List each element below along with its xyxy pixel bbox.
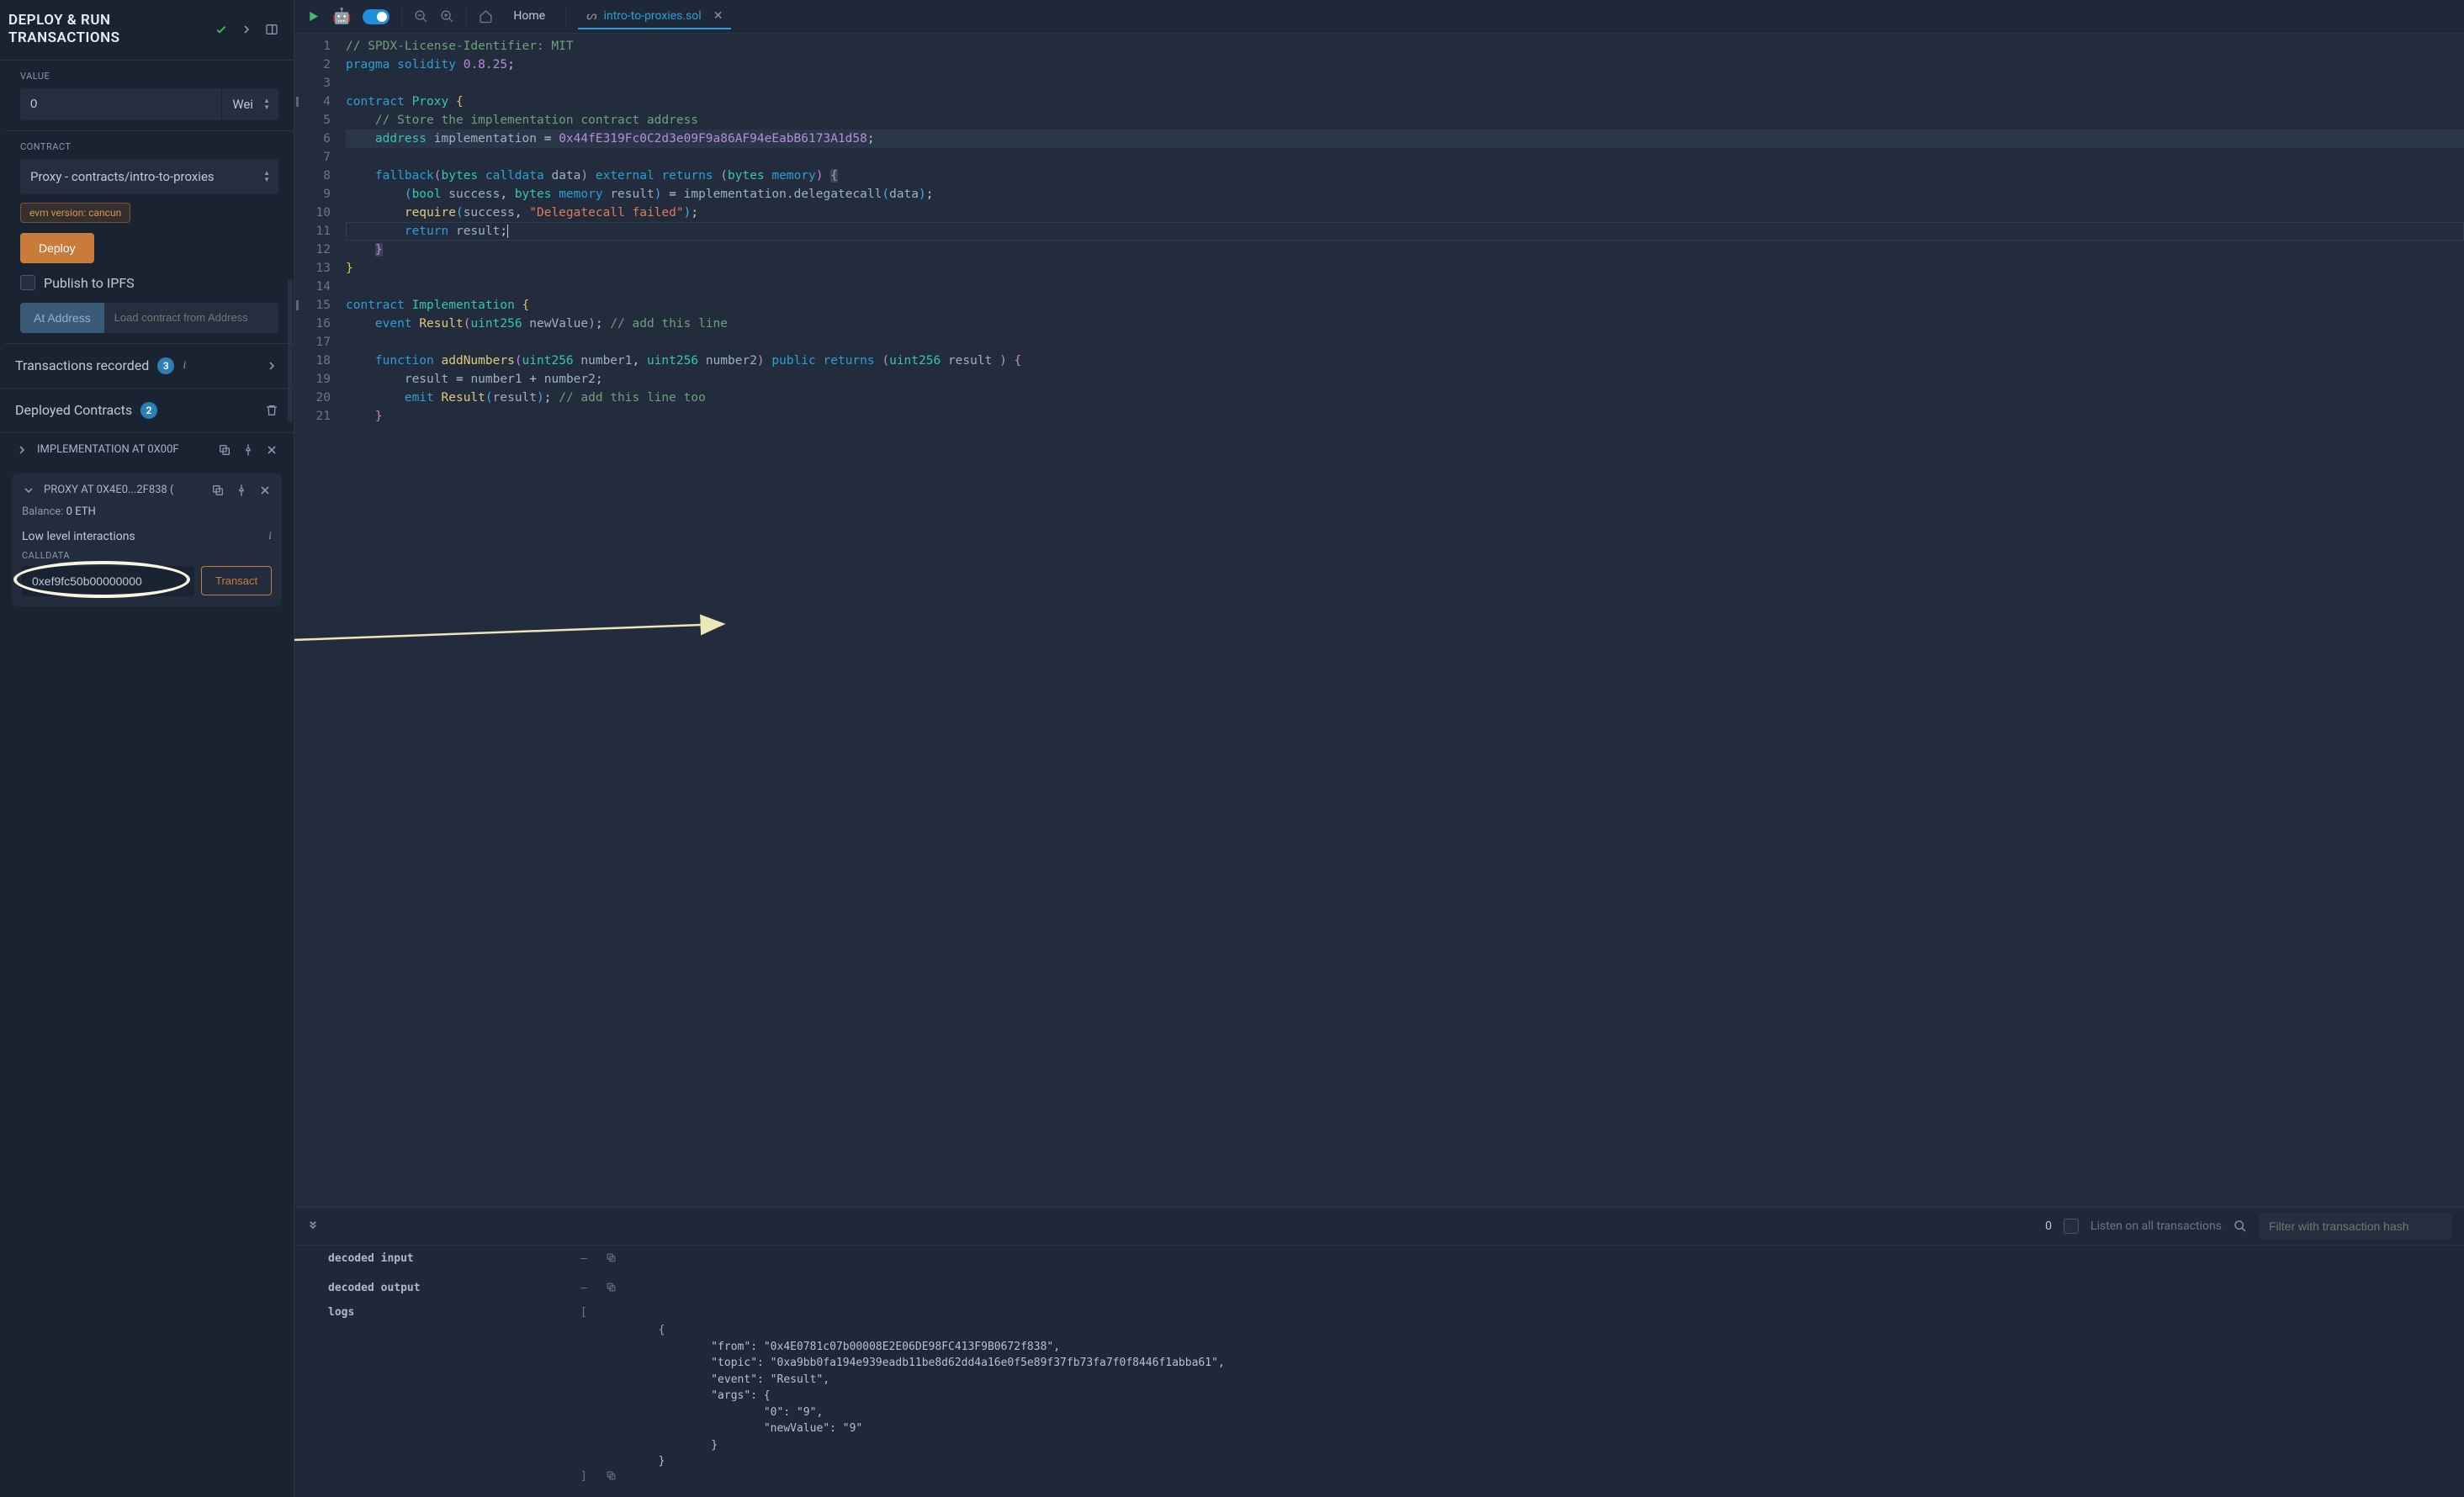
- editor-toolbar: 🤖 Home ᔕ intro-to-proxies.sol ✕: [294, 0, 2464, 34]
- tab-home[interactable]: Home: [505, 4, 554, 29]
- deployed-count: 2: [140, 402, 157, 419]
- copy-icon[interactable]: [606, 1282, 617, 1296]
- solidity-icon: ᔕ: [586, 9, 596, 23]
- line-gutter: 123 45678910111213 14 15161718192021: [294, 34, 341, 1207]
- calldata-label: CALLDATA: [22, 550, 272, 561]
- proxy-contract-card: PROXY AT 0X4E0...2F838 ( Balance: 0 ETH …: [12, 473, 282, 606]
- info-icon[interactable]: i: [268, 530, 272, 543]
- copy-icon[interactable]: [211, 484, 225, 497]
- value-label: VALUE: [20, 71, 278, 82]
- pin-icon[interactable]: [235, 484, 248, 497]
- decoded-output-label: decoded output: [328, 1282, 580, 1294]
- tx-recorded-label: Transactions recorded: [15, 357, 149, 373]
- chevron-down-icon[interactable]: [22, 484, 35, 497]
- deploy-run-panel: DEPLOY & RUN TRANSACTIONS VALUE Wei ▲▼ C…: [0, 0, 294, 1497]
- terminal-body[interactable]: decoded input – decoded output – logs [ …: [294, 1246, 2464, 1497]
- listen-label: Listen on all transactions: [2090, 1219, 2222, 1233]
- close-icon[interactable]: [265, 443, 278, 457]
- chevron-right-icon[interactable]: [15, 443, 29, 457]
- checkmark-icon[interactable]: [215, 23, 228, 36]
- close-icon[interactable]: [258, 484, 272, 497]
- calldata-input[interactable]: [22, 566, 194, 596]
- listen-checkbox[interactable]: [2064, 1219, 2079, 1234]
- deployed-label: Deployed Contracts: [15, 402, 132, 418]
- panel-layout-icon[interactable]: [265, 23, 278, 36]
- balance-row: Balance: 0 ETH: [22, 505, 272, 518]
- dash-icon: –: [580, 1282, 606, 1294]
- copy-icon[interactable]: [218, 443, 231, 457]
- trash-icon[interactable]: [265, 404, 278, 417]
- decoded-input-label: decoded input: [328, 1252, 580, 1265]
- copy-icon[interactable]: [606, 1470, 617, 1484]
- toggle-switch[interactable]: [363, 9, 389, 24]
- terminal-panel: 0 Listen on all transactions decoded inp…: [294, 1207, 2464, 1497]
- copy-icon[interactable]: [606, 1252, 617, 1267]
- dash-icon: –: [580, 1252, 606, 1265]
- bracket-close: ]: [580, 1470, 606, 1483]
- pin-icon[interactable]: [241, 443, 255, 457]
- expand-icon[interactable]: [306, 1218, 320, 1235]
- at-address-button[interactable]: At Address: [20, 303, 104, 333]
- logs-label: logs: [328, 1306, 580, 1319]
- contract-label: CONTRACT: [20, 141, 278, 152]
- main-area: 🤖 Home ᔕ intro-to-proxies.sol ✕ 123 4567…: [294, 0, 2464, 1497]
- publish-ipfs-checkbox[interactable]: [20, 275, 35, 290]
- play-icon[interactable]: [306, 9, 321, 24]
- transact-button[interactable]: Transact: [201, 566, 272, 595]
- pending-count: 0: [2045, 1219, 2052, 1233]
- tx-recorded-count: 3: [157, 357, 174, 374]
- info-icon[interactable]: i: [183, 359, 186, 373]
- contract-name: IMPLEMENTATION AT 0X00F: [37, 443, 179, 456]
- contract-section: CONTRACT Proxy - contracts/intro-to-prox…: [5, 131, 294, 344]
- code-body[interactable]: // SPDX-License-Identifier: MIT pragma s…: [341, 34, 2464, 1207]
- deployed-contracts-header: Deployed Contracts 2: [0, 389, 294, 433]
- search-icon[interactable]: [2233, 1219, 2247, 1233]
- contract-select[interactable]: Proxy - contracts/intro-to-proxies ▲▼: [20, 159, 278, 194]
- tab-file[interactable]: ᔕ intro-to-proxies.sol ✕: [578, 4, 731, 29]
- deployed-contract-item[interactable]: IMPLEMENTATION AT 0X00F: [0, 433, 294, 467]
- value-section: VALUE Wei ▲▼: [5, 61, 294, 131]
- robot-icon[interactable]: 🤖: [332, 8, 351, 25]
- publish-ipfs-label: Publish to IPFS: [44, 275, 135, 291]
- low-level-label: Low level interactions: [22, 530, 135, 543]
- value-input[interactable]: [20, 88, 221, 120]
- zoom-in-icon[interactable]: [440, 9, 454, 24]
- evm-version-badge: evm version: cancun: [20, 203, 130, 223]
- at-address-input[interactable]: [104, 303, 278, 333]
- contract-name: PROXY AT 0X4E0...2F838 (: [44, 484, 173, 496]
- panel-header: DEPLOY & RUN TRANSACTIONS: [0, 0, 294, 61]
- chevron-right-icon[interactable]: [240, 23, 253, 36]
- deploy-button[interactable]: Deploy: [20, 233, 94, 263]
- filter-input[interactable]: [2259, 1213, 2452, 1240]
- code-editor[interactable]: 123 45678910111213 14 15161718192021 // …: [294, 34, 2464, 1207]
- unit-select[interactable]: Wei ▲▼: [221, 88, 278, 120]
- panel-title: DEPLOY & RUN TRANSACTIONS: [8, 12, 215, 48]
- zoom-out-icon[interactable]: [414, 9, 428, 24]
- scroll-indicator: [288, 279, 293, 422]
- transactions-recorded-row[interactable]: Transactions recorded 3 i: [0, 344, 294, 389]
- home-icon[interactable]: [479, 9, 493, 24]
- log-output: { "from": "0x4E0781c07b00008E2E06DE98FC4…: [606, 1322, 2464, 1470]
- chevron-right-icon[interactable]: [265, 359, 278, 373]
- bracket-open: [: [580, 1306, 606, 1319]
- close-icon[interactable]: ✕: [713, 9, 723, 23]
